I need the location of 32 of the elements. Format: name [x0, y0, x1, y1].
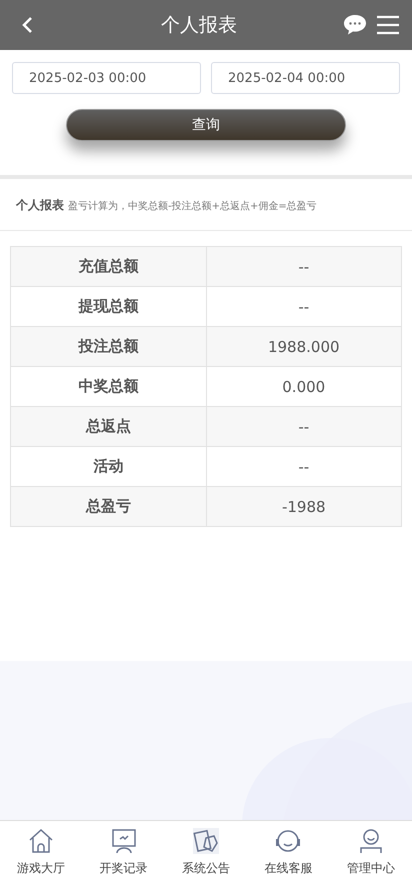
nav-tab[interactable]: 管理中心 [330, 821, 412, 883]
nav-tab[interactable]: 游戏大厅 [0, 821, 82, 883]
row-label: 提现总额 [77, 296, 140, 317]
cards-icon [193, 828, 220, 854]
formula-text: 盈亏计算为，中奖总额-投注总额+总返点+佣金=总盈亏 [68, 201, 317, 212]
row-label: 总返点 [84, 416, 132, 437]
end-date-field[interactable]: 2025-02-04 00:00 [211, 62, 400, 94]
nav-label: 在线客服 [264, 860, 312, 876]
monitor-icon [110, 828, 137, 854]
nav-label: 游戏大厅 [17, 860, 66, 876]
query-button[interactable]: 查询 [66, 109, 346, 141]
row-label: 投注总额 [77, 336, 140, 357]
nav-label: 开奖记录 [100, 860, 148, 876]
start-date-field[interactable]: 2025-02-03 00:00 [12, 62, 201, 94]
menu-button[interactable] [376, 15, 400, 35]
row-label: 活动 [92, 456, 124, 477]
row-label: 总盈亏 [84, 496, 132, 517]
user-icon [358, 828, 384, 854]
chat-button[interactable] [342, 13, 368, 37]
back-button[interactable] [20, 15, 34, 35]
page-title: 个人报表 [160, 13, 238, 38]
home-icon [28, 828, 54, 854]
nav-label: 管理中心 [346, 860, 395, 876]
nav-tab[interactable]: 开奖记录 [82, 821, 165, 883]
row-label: 中奖总额 [77, 376, 140, 397]
nav-tab[interactable]: 在线客服 [247, 821, 330, 883]
row-value: -1988 [206, 487, 401, 526]
report-heading: 个人报表 [16, 198, 64, 212]
headset-icon [275, 828, 302, 854]
nav-tab[interactable]: 系统公告 [164, 821, 248, 883]
nav-label: 系统公告 [182, 860, 230, 876]
row-label: 充值总额 [77, 256, 140, 277]
